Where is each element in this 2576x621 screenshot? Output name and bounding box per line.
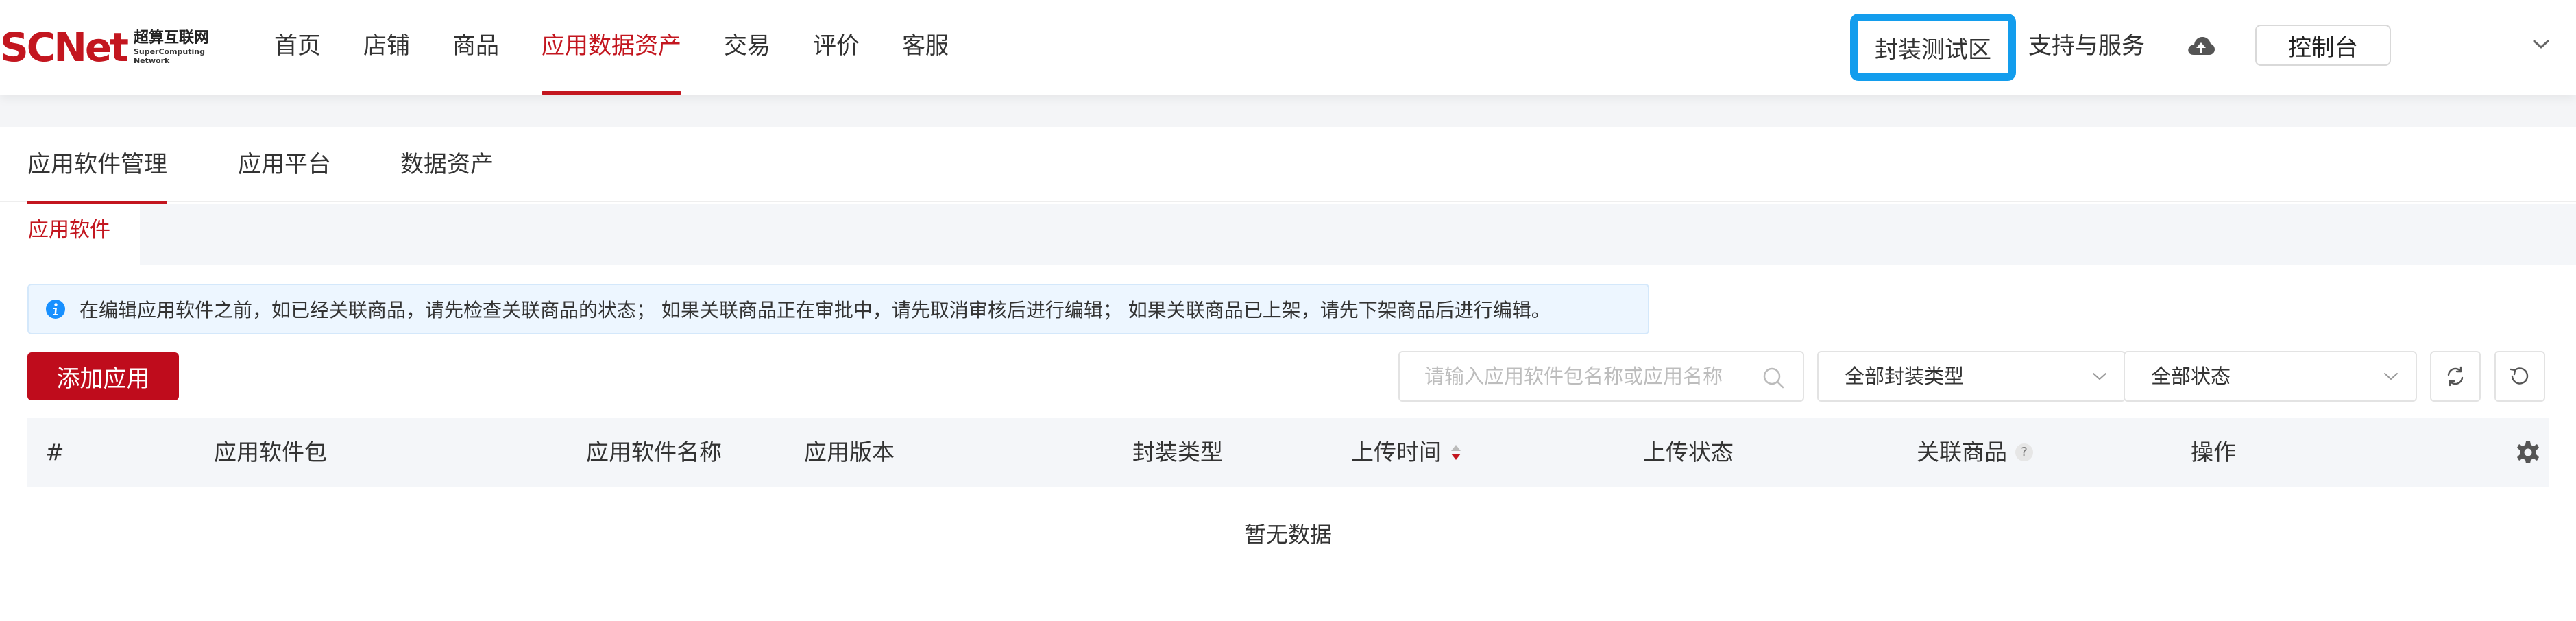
test-zone-link[interactable]: 封装测试区 — [1850, 14, 2016, 81]
upload-time-label: 上传时间 — [1351, 439, 1442, 465]
notice-text: 在编辑应用软件之前，如已经关联商品，请先检查关联商品的状态； 如果关联商品正在审… — [80, 299, 1551, 321]
logo-name-en-2: Network — [133, 56, 170, 65]
chevron-down-icon[interactable] — [2531, 36, 2551, 52]
cloud-upload-icon[interactable] — [2187, 33, 2215, 60]
status-select-value: 全部状态 — [2151, 365, 2231, 388]
logo-wordmark: SCNet — [0, 24, 129, 71]
reset-button[interactable] — [2494, 351, 2545, 402]
tab-data-assets[interactable]: 数据资产 — [400, 127, 494, 202]
nav-item-trade[interactable]: 交易 — [724, 0, 770, 95]
column-header-app-name: 应用软件名称 — [586, 439, 722, 465]
nav-item-app-data-assets[interactable]: 应用数据资产 — [542, 0, 681, 95]
linked-product-label: 关联商品 — [1917, 439, 2007, 465]
info-icon — [46, 300, 65, 319]
console-button[interactable]: 控制台 — [2255, 25, 2391, 66]
search-box — [1398, 351, 1804, 402]
top-nav-bar: SCNet 超算互联网 SuperComputing Network 首页 店铺… — [0, 0, 2576, 95]
chevron-down-icon — [2384, 373, 2398, 380]
sort-icon[interactable] — [1448, 441, 1463, 463]
logo-name-en-1: SuperComputing — [133, 47, 205, 56]
column-header-package-type: 封装类型 — [1132, 439, 1223, 465]
column-header-version: 应用版本 — [804, 439, 895, 465]
package-type-select[interactable]: 全部封装类型 — [1817, 351, 2126, 402]
sync-icon — [2447, 366, 2464, 387]
support-services-link[interactable]: 支持与服务 — [2028, 0, 2145, 95]
gear-icon[interactable] — [2516, 440, 2540, 465]
refresh-button[interactable] — [2430, 351, 2481, 402]
table-header: # 应用软件包 应用软件名称 应用版本 封装类型 上传时间 上传状态 关联商品 … — [27, 418, 2549, 487]
column-header-index: # — [45, 439, 64, 465]
status-select[interactable]: 全部状态 — [2124, 351, 2417, 402]
search-icon[interactable] — [1762, 366, 1785, 389]
search-input[interactable] — [1400, 352, 1756, 400]
package-type-select-value: 全部封装类型 — [1845, 365, 1965, 388]
nav-item-shop[interactable]: 店铺 — [363, 0, 410, 95]
scnet-logo[interactable]: SCNet 超算互联网 SuperComputing Network — [0, 25, 209, 70]
reset-icon — [2510, 367, 2529, 385]
logo-name-cn: 超算互联网 — [133, 29, 209, 47]
nav-item-home[interactable]: 首页 — [274, 0, 321, 95]
column-header-linked-product: 关联商品 ? — [1917, 418, 2033, 487]
nav-item-reviews[interactable]: 评价 — [813, 0, 860, 95]
column-header-package: 应用软件包 — [214, 439, 327, 465]
nav-item-customer-service[interactable]: 客服 — [902, 0, 949, 95]
logo-subtitle: 超算互联网 SuperComputing Network — [134, 29, 209, 65]
column-header-actions: 操作 — [2191, 439, 2236, 465]
tab-app-platform[interactable]: 应用平台 — [238, 127, 331, 202]
main-nav: 首页 店铺 商品 应用数据资产 交易 评价 客服 — [274, 0, 991, 95]
column-header-upload-time[interactable]: 上传时间 — [1351, 418, 1463, 487]
content-panel: 应用软件管理 应用平台 数据资产 应用软件 在编辑应用软件之前，如已经关联商品，… — [0, 127, 2576, 621]
tab-app-software-management[interactable]: 应用软件管理 — [27, 127, 167, 204]
info-notice: 在编辑应用软件之前，如已经关联商品，请先检查关联商品的状态； 如果关联商品正在审… — [27, 284, 1649, 334]
add-app-button[interactable]: 添加应用 — [27, 352, 179, 400]
chevron-down-icon — [2093, 373, 2106, 380]
subtab-bar: 应用软件 — [0, 204, 2576, 265]
help-icon[interactable]: ? — [2015, 443, 2033, 461]
subtab-app-software[interactable]: 应用软件 — [0, 204, 140, 265]
empty-state-text: 暂无数据 — [1243, 522, 1332, 548]
column-header-upload-status: 上传状态 — [1643, 439, 1734, 465]
nav-item-products[interactable]: 商品 — [452, 0, 499, 95]
tab-bar: 应用软件管理 应用平台 数据资产 — [0, 127, 2576, 204]
